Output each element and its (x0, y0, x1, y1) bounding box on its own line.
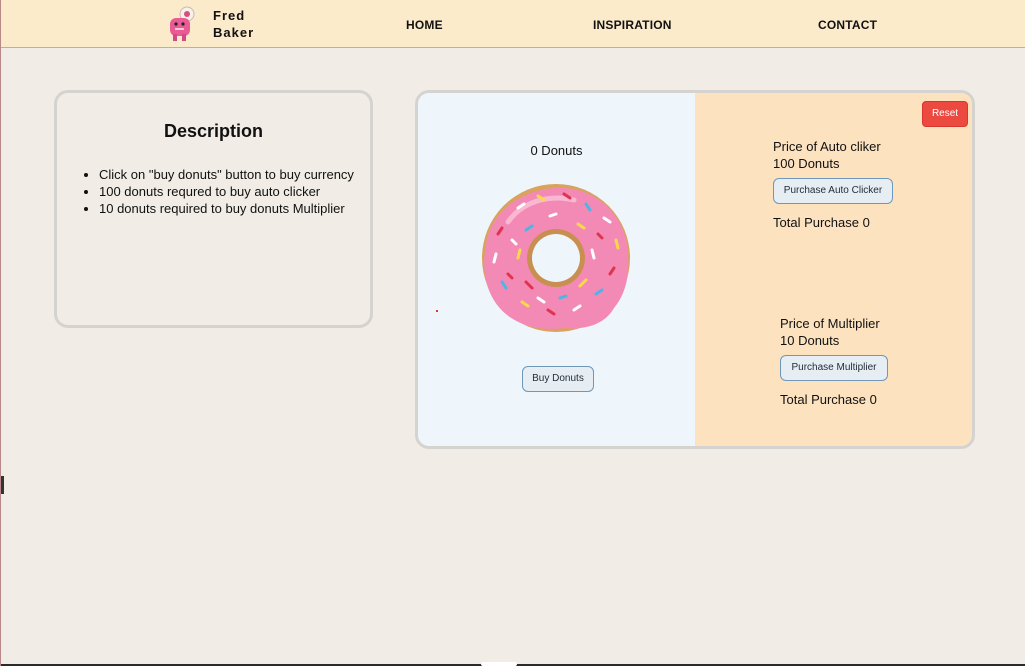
purchase-multiplier-button[interactable]: Purchase Multiplier (780, 355, 888, 381)
description-item: 100 donuts requred to buy auto clicker (99, 183, 370, 200)
brand-name-line2: Baker (213, 25, 255, 40)
brand[interactable]: Fred Baker (167, 6, 273, 42)
multiplier-price-value: 10 Donuts (780, 333, 840, 348)
description-item: 10 donuts required to buy donuts Multipl… (99, 200, 370, 217)
donut-mascot-icon (170, 6, 195, 41)
nav-contact-link[interactable]: CONTACT (818, 18, 877, 32)
brand-name-line1: Fred (213, 8, 246, 23)
donut-icon[interactable] (478, 178, 634, 334)
window-edge-mark (1, 476, 4, 494)
brand-name: Fred Baker (213, 7, 273, 41)
reset-button[interactable]: Reset (922, 101, 968, 127)
description-card: Description Click on "buy donuts" button… (54, 90, 373, 328)
purchase-auto-clicker-button[interactable]: Purchase Auto Clicker (773, 178, 893, 204)
buy-donuts-button[interactable]: Buy Donuts (522, 366, 594, 392)
shop-panel: Reset Price of Auto cliker 100 Donuts Pu… (695, 93, 972, 446)
game-card: 0 Donuts Buy Donuts Reset Price of Auto … (415, 90, 975, 449)
description-item: Click on "buy donuts" button to buy curr… (99, 166, 370, 183)
description-title: Description (163, 121, 264, 141)
donut-panel: 0 Donuts Buy Donuts (418, 93, 695, 446)
multiplier-total: Total Purchase 0 (780, 392, 877, 407)
nav-inspiration-link[interactable]: INSPIRATION (593, 18, 672, 32)
auto-clicker-total: Total Purchase 0 (773, 215, 870, 230)
auto-clicker-price-value: 100 Donuts (773, 156, 840, 171)
navbar: Fred Baker HOME INSPIRATION CONTACT (1, 0, 1025, 48)
window-resize-handle[interactable] (481, 662, 517, 666)
donut-count: 0 Donuts (530, 143, 583, 158)
description-list: Click on "buy donuts" button to buy curr… (99, 166, 370, 217)
multiplier-price-label: Price of Multiplier (780, 316, 880, 331)
red-dot (436, 310, 438, 312)
auto-clicker-price-label: Price of Auto cliker (773, 139, 881, 154)
nav-home-link[interactable]: HOME (406, 18, 443, 32)
